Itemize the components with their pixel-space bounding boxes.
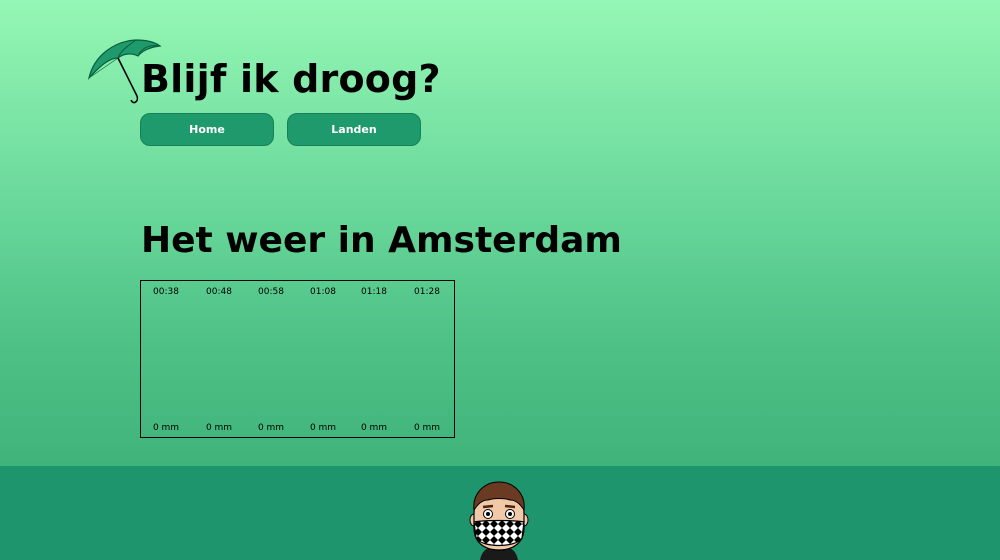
time-label: 01:28 (414, 287, 440, 297)
time-label: 01:08 (310, 287, 336, 297)
rain-amount-label: 0 mm (360, 423, 388, 433)
time-label: 00:38 (153, 287, 179, 297)
time-label: 00:48 (206, 287, 232, 297)
home-button[interactable]: Home (140, 113, 274, 146)
time-label: 00:58 (258, 287, 284, 297)
rain-amount-label: 0 mm (152, 423, 180, 433)
rain-forecast-chart: 00:38 00:48 00:58 01:08 01:18 01:28 0 mm… (140, 280, 455, 438)
page-heading: Het weer in Amsterdam (141, 220, 622, 261)
rain-amount-label: 0 mm (205, 423, 233, 433)
rain-amount-label: 0 mm (257, 423, 285, 433)
time-label: 01:18 (361, 287, 387, 297)
countries-button[interactable]: Landen (287, 113, 421, 146)
rain-amount-label: 0 mm (309, 423, 337, 433)
avatar-icon (469, 481, 529, 560)
site-title: Blijf ik droog? (141, 57, 441, 101)
rain-amount-label: 0 mm (413, 423, 441, 433)
